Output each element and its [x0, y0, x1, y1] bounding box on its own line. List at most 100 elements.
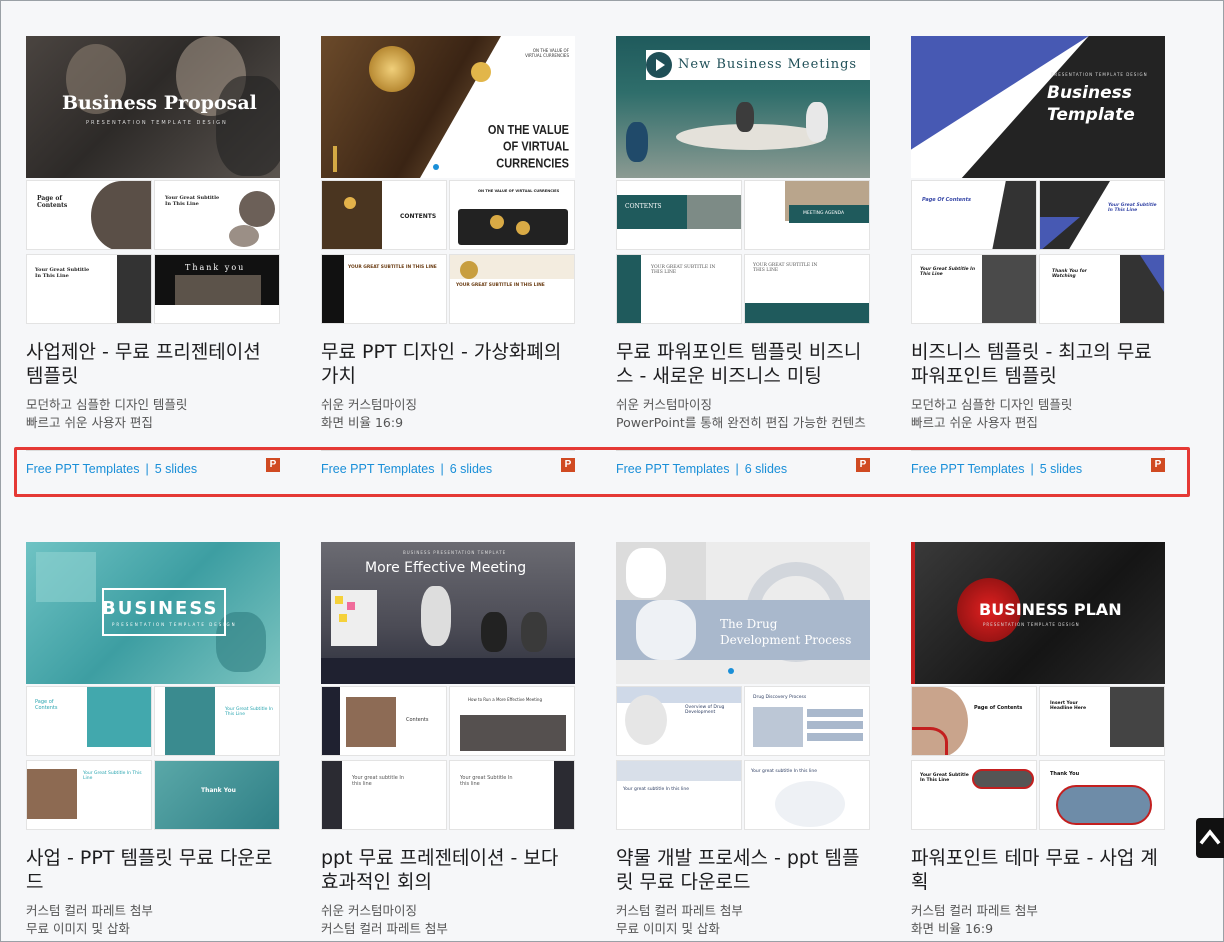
description-line: 커스텀 컬러 파레트 첨부 [321, 921, 448, 936]
thumbnail-title: More Effective Meeting [365, 560, 527, 576]
template-card[interactable]: The Drug Development Process Overview of… [616, 542, 870, 936]
thumbnail-slide: Your Great Subtitle In This Line [154, 686, 280, 756]
thumbnail-main-slide: BUSINESS PRESENTATION TEMPLATE More Effe… [321, 542, 575, 684]
template-description: 커스텀 컬러 파레트 첨부 화면 비율 16:9 [911, 902, 1171, 938]
slide-heading: Your Great Subtitle In This Line [35, 267, 90, 279]
thumbnail-slide: CONTENTS [321, 180, 447, 250]
description-line: 빠르고 쉬운 사용자 편집 [26, 415, 153, 430]
slide-heading: YOUR GREAT SUBTITLE IN THIS LINE [753, 263, 818, 273]
thumbnail-title: ON THE VALUE OF VIRTUAL CURRENCIES [487, 123, 569, 171]
slide-heading: CONTENTS [400, 213, 437, 220]
thumbnail-main-slide: New Business Meetings [616, 36, 870, 178]
thumbnail-slide: Your Great Subtitle In This Line [154, 180, 280, 250]
slide-heading: Your great subtitle In this line [751, 769, 818, 774]
description-line: 커스텀 컬러 파레트 첨부 [911, 903, 1038, 918]
template-thumbnail[interactable]: BUSINESS PLAN PRESENTATION TEMPLATE DESI… [911, 542, 1165, 830]
thumbnail-main-slide: ON THE VALUE OF VIRTUAL CURRENCIES ON TH… [321, 36, 575, 178]
template-card[interactable]: PRESENTATION TEMPLATE DESIGN Business Te… [911, 36, 1165, 476]
thumbnail-slide: Page of Contents [26, 180, 152, 250]
slide-heading: How to Run a More Effective Meeting [468, 697, 542, 702]
slide-heading: Your great subtitle In this line [352, 775, 405, 787]
slide-heading: ON THE VALUE OF VIRTUAL CURRENCIES [478, 189, 560, 193]
template-card[interactable]: BUSINESS PLAN PRESENTATION TEMPLATE DESI… [911, 542, 1165, 936]
slide-heading: Page of Contents [974, 705, 1023, 711]
template-thumbnail[interactable]: Business Proposal PRESENTATION TEMPLATE … [26, 36, 280, 324]
template-title[interactable]: 무료 파워포인트 템플릿 비즈니스 - 새로운 비즈니스 미팅 [616, 340, 870, 388]
template-title[interactable]: 약물 개발 프로세스 - ppt 템플릿 무료 다운로드 [616, 846, 870, 894]
description-line: 무료 이미지 및 삽화 [26, 921, 130, 936]
thumbnail-main-slide: Business Proposal PRESENTATION TEMPLATE … [26, 36, 280, 178]
description-line: 화면 비율 16:9 [911, 921, 994, 936]
thumbnail-title: Business Proposal [62, 92, 257, 114]
slide-heading: Your Great Subtitle In This Line [1108, 203, 1157, 213]
template-thumbnail[interactable]: ON THE VALUE OF VIRTUAL CURRENCIES ON TH… [321, 36, 575, 324]
slide-heading: Page of Contents [35, 699, 58, 711]
description-line: 모던하고 심플한 디자인 템플릿 [911, 397, 1073, 412]
description-line: 모던하고 심플한 디자인 템플릿 [26, 397, 188, 412]
template-description: 커스텀 컬러 파레트 첨부 무료 이미지 및 삽화 [26, 902, 286, 938]
thumbnail-subtitle: PRESENTATION TEMPLATE DESIGN [86, 120, 228, 126]
template-thumbnail[interactable]: PRESENTATION TEMPLATE DESIGN Business Te… [911, 36, 1165, 324]
scroll-to-top-button[interactable] [1196, 818, 1224, 858]
template-thumbnail[interactable]: The Drug Development Process Overview of… [616, 542, 870, 830]
thumbnail-slide: Your great subtitle In this line [744, 760, 870, 830]
template-card[interactable]: BUSINESS PRESENTATION TEMPLATE DESIGN Pa… [26, 542, 280, 936]
template-thumbnail[interactable]: New Business Meetings CONTENTS MEETING A… [616, 36, 870, 324]
description-line: 화면 비율 16:9 [321, 415, 404, 430]
slide-heading: Thank you [185, 263, 246, 272]
slide-heading: Page Of Contents [922, 197, 971, 203]
thumbnail-top-text: BUSINESS PRESENTATION TEMPLATE [403, 550, 507, 555]
slide-heading: Overview of Drug Development [685, 705, 725, 715]
thumbnail-slide: YOUR GREAT SUBTITLE IN THIS LINE [616, 254, 742, 324]
chevron-up-icon [1199, 829, 1221, 845]
template-title[interactable]: 사업제안 - 무료 프리젠테이션 템플릿 [26, 340, 280, 388]
slide-heading: Your Great Subtitle In This Line [920, 773, 969, 783]
slide-heading: Your Great Subtitle In This Line [165, 195, 220, 207]
thumbnail-top-text: ON THE VALUE OF VIRTUAL CURRENCIES [525, 48, 569, 58]
slide-heading: Contents [406, 717, 429, 723]
thumbnail-title: BUSINESS [102, 598, 219, 619]
thumbnail-slide: Drug Discovery Process [744, 686, 870, 756]
thumbnail-slide: YOUR GREAT SUBTITLE IN THIS LINE [321, 254, 447, 324]
template-description: 쉬운 커스텀마이징 커스텀 컬러 파레트 첨부 [321, 902, 581, 938]
template-thumbnail[interactable]: BUSINESS PRESENTATION TEMPLATE DESIGN Pa… [26, 542, 280, 830]
thumbnail-slide: Thank You [154, 760, 280, 830]
thumbnail-slide: MEETING AGENDA [744, 180, 870, 250]
template-title[interactable]: ppt 무료 프레젠테이션 - 보다 효과적인 회의 [321, 846, 575, 894]
thumbnail-slide: Your Great Subtitle In This Line [1039, 180, 1165, 250]
template-description: 쉬운 커스텀마이징 화면 비율 16:9 [321, 396, 581, 432]
template-description: 모던하고 심플한 디자인 템플릿 빠르고 쉬운 사용자 편집 [911, 396, 1171, 432]
template-title[interactable]: 사업 - PPT 템플릿 무료 다운로드 [26, 846, 280, 894]
template-card[interactable]: Business Proposal PRESENTATION TEMPLATE … [26, 36, 280, 476]
thumbnail-slide: Page Of Contents [911, 180, 1037, 250]
slide-heading: MEETING AGENDA [803, 211, 845, 216]
template-card[interactable]: New Business Meetings CONTENTS MEETING A… [616, 36, 870, 476]
thumbnail-slide: Contents [321, 686, 447, 756]
template-card[interactable]: ON THE VALUE OF VIRTUAL CURRENCIES ON TH… [321, 36, 575, 476]
thumbnail-slide: Your Great Subtitle In This Line [911, 254, 1037, 324]
description-line: 빠르고 쉬운 사용자 편집 [911, 415, 1038, 430]
highlight-box [14, 447, 1190, 497]
template-title[interactable]: 무료 PPT 디자인 - 가상화폐의 가치 [321, 340, 575, 388]
thumbnail-subtitle: PRESENTATION TEMPLATE DESIGN [1051, 72, 1148, 77]
slide-heading: Your Great Subtitle In This Line [920, 267, 976, 277]
thumbnail-main-slide: BUSINESS PLAN PRESENTATION TEMPLATE DESI… [911, 542, 1165, 684]
template-description: 쉬운 커스텀마이징 PowerPoint를 통해 완전히 편집 가능한 컨텐츠 [616, 396, 876, 432]
description-line: 무료 이미지 및 삽화 [616, 921, 720, 936]
template-thumbnail[interactable]: BUSINESS PRESENTATION TEMPLATE More Effe… [321, 542, 575, 830]
template-title[interactable]: 비즈니스 템플릿 - 최고의 무료 파워포인트 템플릿 [911, 340, 1165, 388]
slide-heading: Thank You [1050, 771, 1080, 777]
thumbnail-slide: Your great subtitle In this line [321, 760, 447, 830]
thumbnail-slide: YOUR GREAT SUBTITLE IN THIS LINE [744, 254, 870, 324]
thumbnail-main-slide: PRESENTATION TEMPLATE DESIGN Business Te… [911, 36, 1165, 178]
thumbnail-slide: Insert Your Headline Here [1039, 686, 1165, 756]
thumbnail-slide: YOUR GREAT SUBTITLE IN THIS LINE [449, 254, 575, 324]
thumbnail-main-slide: BUSINESS PRESENTATION TEMPLATE DESIGN [26, 542, 280, 684]
thumbnail-slide: ON THE VALUE OF VIRTUAL CURRENCIES [449, 180, 575, 250]
slide-heading: CONTENTS [625, 203, 662, 210]
template-card[interactable]: BUSINESS PRESENTATION TEMPLATE More Effe… [321, 542, 575, 936]
slide-heading: Your great Subtitle In this line [460, 775, 513, 787]
thumbnail-title: New Business Meetings [678, 57, 858, 72]
template-title[interactable]: 파워포인트 테마 무료 - 사업 계획 [911, 846, 1165, 894]
description-line: 쉬운 커스텀마이징 [616, 397, 712, 412]
